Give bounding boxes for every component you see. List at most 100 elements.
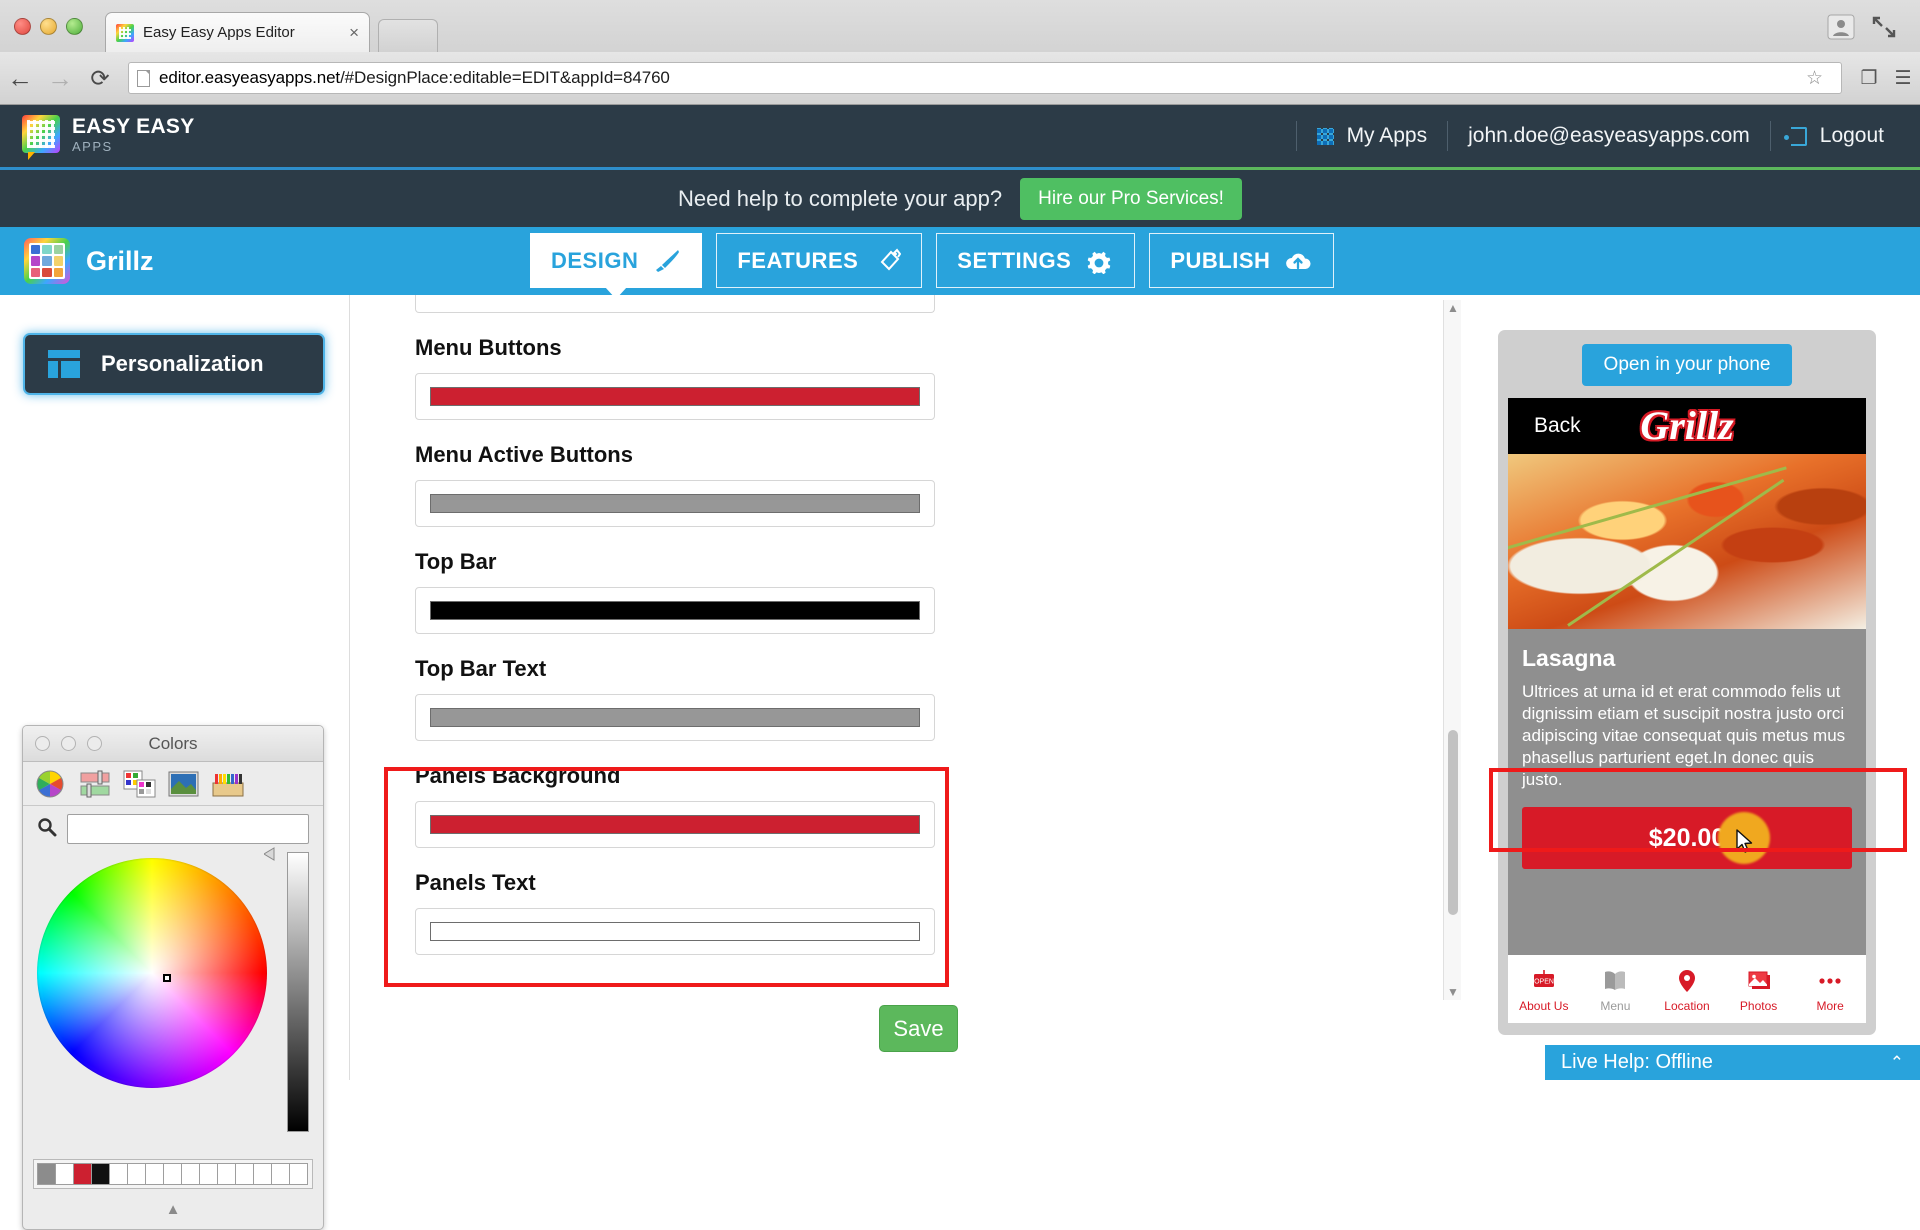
phone-screen: Back Grillz Lasagna Ultrices at urna id …	[1508, 398, 1866, 1023]
color-swatch[interactable]	[253, 1163, 272, 1185]
color-swatch[interactable]	[145, 1163, 164, 1185]
live-help-widget[interactable]: Live Help: Offline ⌃	[1545, 1045, 1920, 1080]
phone-panel-highlight	[1489, 768, 1907, 852]
palettes-icon[interactable]	[123, 769, 157, 799]
sliders-icon[interactable]	[79, 769, 113, 799]
color-swatch[interactable]	[37, 1163, 56, 1185]
reload-button[interactable]: ⟳	[80, 67, 120, 90]
browser-tab[interactable]: Easy Easy Apps Editor ×	[105, 12, 370, 52]
profile-icon[interactable]	[1827, 14, 1855, 40]
tab-design[interactable]: DESIGN	[530, 233, 702, 288]
tab-settings[interactable]: SETTINGS	[936, 233, 1135, 288]
color-swatch[interactable]	[217, 1163, 236, 1185]
color-field-group: Menu Buttons	[415, 335, 935, 420]
brightness-slider-knob[interactable]	[264, 847, 300, 861]
tab-publish[interactable]: PUBLISH	[1149, 233, 1334, 288]
color-field-input[interactable]	[415, 373, 935, 420]
color-swatch[interactable]	[199, 1163, 218, 1185]
window-list-icon[interactable]: ❐	[1852, 67, 1886, 90]
bookmark-star-icon[interactable]: ☆	[1796, 67, 1833, 90]
color-swatch[interactable]	[289, 1163, 308, 1185]
phone-tab-label: Location	[1651, 999, 1723, 1013]
sidebar-item-personalization[interactable]: Personalization	[23, 333, 325, 395]
tab-label: FEATURES	[737, 248, 858, 274]
back-button[interactable]: ←	[0, 65, 40, 91]
color-swatch[interactable]	[109, 1163, 128, 1185]
tab-features[interactable]: FEATURES	[716, 233, 922, 288]
dish-photo	[1508, 454, 1866, 629]
hire-pro-services-button[interactable]: Hire our Pro Services!	[1020, 178, 1242, 220]
brightness-slider[interactable]	[287, 852, 309, 1132]
my-apps-link[interactable]: My Apps	[1297, 105, 1448, 167]
color-swatch[interactable]	[181, 1163, 200, 1185]
tab-title: Easy Easy Apps Editor	[143, 24, 341, 41]
main-tabs: DESIGN FEATURES SETTINGS PUBLISH	[530, 227, 1348, 295]
close-tab-icon[interactable]: ×	[349, 23, 359, 43]
color-field-input[interactable]	[415, 587, 935, 634]
logout-label: Logout	[1820, 124, 1884, 148]
scrollbar-thumb[interactable]	[1448, 730, 1458, 915]
phone-tab-more[interactable]: More	[1794, 966, 1866, 1013]
image-palette-icon[interactable]	[167, 769, 201, 799]
phone-tab-about-us[interactable]: OPENAbout Us	[1508, 966, 1580, 1013]
new-tab-button[interactable]	[378, 19, 438, 52]
color-wheel-marker[interactable]	[163, 974, 171, 982]
forward-button[interactable]: →	[40, 65, 80, 91]
colors-close-button[interactable]	[35, 736, 50, 751]
tags-icon	[871, 248, 901, 274]
book-icon	[1580, 966, 1652, 996]
color-swatch[interactable]	[127, 1163, 146, 1185]
page-info-icon[interactable]	[137, 70, 150, 87]
zoom-window-button[interactable]	[66, 18, 83, 35]
form-scrollbar[interactable]: ▲ ▼	[1443, 300, 1461, 1000]
color-field-input[interactable]	[415, 694, 935, 741]
phone-tab-label: Menu	[1580, 999, 1652, 1013]
chevron-up-icon[interactable]: ⌃	[1890, 1053, 1904, 1073]
minimize-window-button[interactable]	[40, 18, 57, 35]
chrome-menu-icon[interactable]: ☰	[1886, 67, 1920, 90]
color-field-swatch[interactable]	[430, 708, 920, 727]
color-swatch[interactable]	[163, 1163, 182, 1185]
account-email[interactable]: john.doe@easyeasyapps.com	[1448, 105, 1770, 167]
scroll-up-arrow[interactable]: ▲	[1444, 300, 1462, 316]
color-field-swatch[interactable]	[430, 494, 920, 513]
color-swatch[interactable]	[235, 1163, 254, 1185]
color-wheel-area	[23, 852, 323, 1142]
color-swatch[interactable]	[55, 1163, 74, 1185]
partial-field-above[interactable]	[415, 295, 935, 313]
open-in-your-phone-button[interactable]: Open in your phone	[1582, 344, 1792, 386]
save-button[interactable]: Save	[879, 1005, 958, 1052]
color-swatch[interactable]	[91, 1163, 110, 1185]
window-traffic-lights[interactable]	[14, 18, 83, 35]
logout-link[interactable]: Logout	[1771, 105, 1904, 167]
colors-panel-toolbar	[23, 762, 323, 806]
phone-tab-photos[interactable]: Photos	[1723, 966, 1795, 1013]
fullscreen-icon[interactable]	[1870, 14, 1898, 40]
scroll-down-arrow[interactable]: ▼	[1444, 984, 1462, 1000]
color-wheel[interactable]	[37, 858, 267, 1088]
color-field-swatch[interactable]	[430, 601, 920, 620]
color-swatch-bar[interactable]	[33, 1159, 313, 1189]
panel-resize-handle[interactable]: ▲	[23, 1202, 323, 1217]
colors-search-input[interactable]	[67, 814, 309, 844]
crayons-icon[interactable]	[211, 769, 245, 799]
app-header: EASY EASY APPS My Apps john.doe@easyeasy…	[0, 105, 1920, 167]
color-field-input[interactable]	[415, 480, 935, 527]
tab-label: SETTINGS	[957, 248, 1071, 274]
close-window-button[interactable]	[14, 18, 31, 35]
address-bar[interactable]: editor.easyeasyapps.net/#DesignPlace:edi…	[128, 62, 1842, 94]
easyeasy-brand[interactable]: EASY EASY APPS	[22, 115, 195, 153]
colors-panel-window-buttons[interactable]	[35, 736, 102, 751]
color-swatch[interactable]	[271, 1163, 290, 1185]
tab-label: PUBLISH	[1170, 248, 1270, 274]
color-field-swatch[interactable]	[430, 387, 920, 406]
phone-preview-column: Open in your phone Back Grillz Lasagna U…	[1462, 295, 1920, 1080]
layout-icon	[47, 349, 81, 379]
color-swatch[interactable]	[73, 1163, 92, 1185]
color-wheel-icon[interactable]	[35, 769, 69, 799]
phone-tab-location[interactable]: Location	[1651, 966, 1723, 1013]
brand-subtitle: APPS	[72, 140, 195, 153]
colors-zoom-button[interactable]	[87, 736, 102, 751]
colors-minimize-button[interactable]	[61, 736, 76, 751]
phone-tab-menu[interactable]: Menu	[1580, 966, 1652, 1013]
